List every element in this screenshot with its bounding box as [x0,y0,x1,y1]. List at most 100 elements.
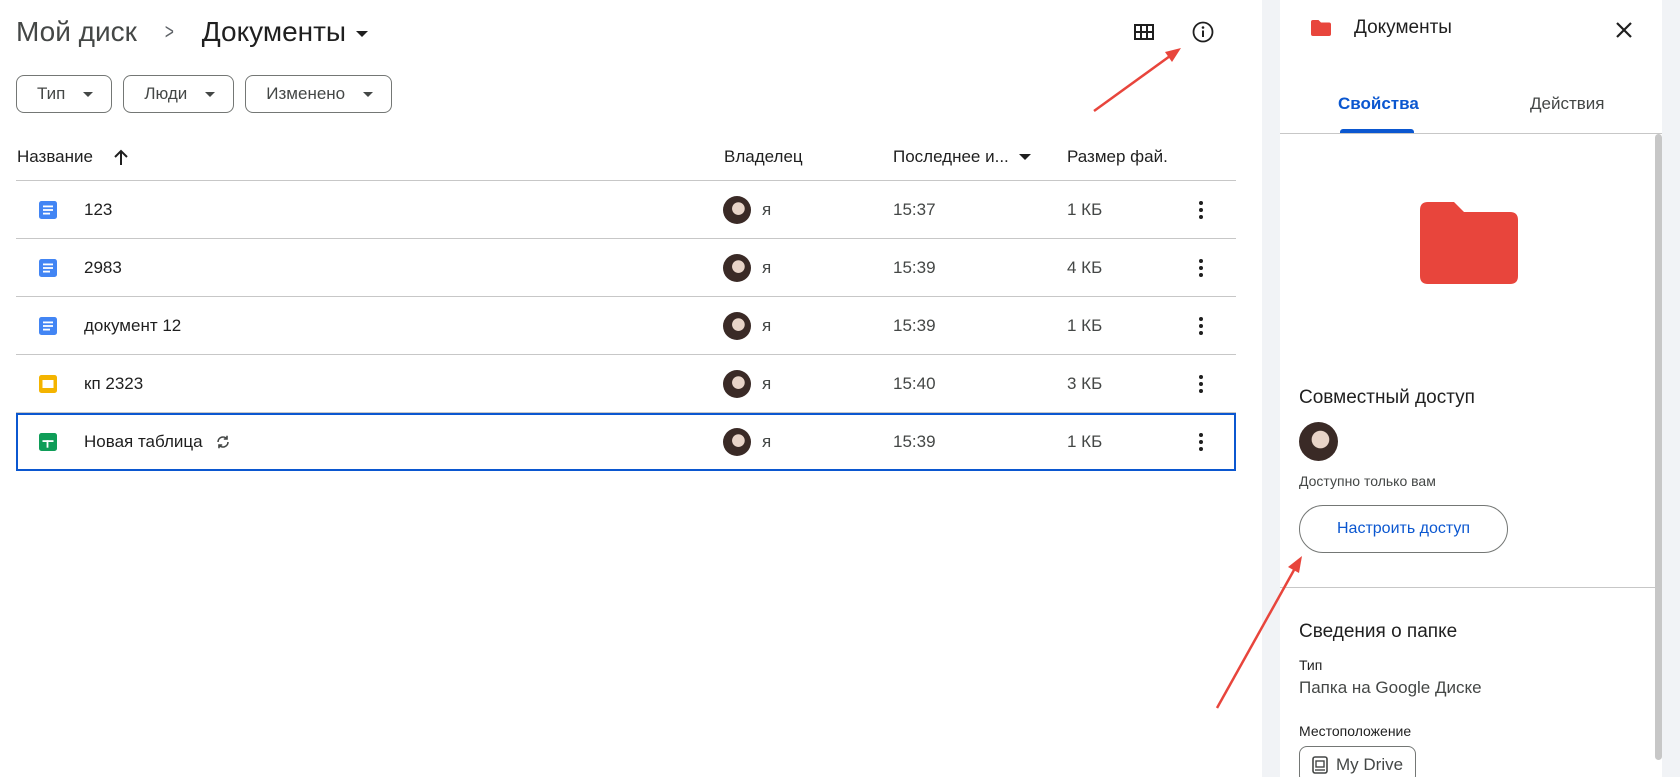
manage-access-button[interactable]: Настроить доступ [1299,505,1508,553]
folder-details-title: Сведения о папке [1299,621,1458,642]
file-name: 123 [84,199,113,219]
breadcrumb: Мой диск > Документы [16,10,369,54]
filter-modified-label: Изменено [266,84,346,103]
google-docs-icon [38,316,58,336]
more-vert-icon[interactable] [1189,430,1213,454]
file-size: 3 КБ [1067,373,1103,393]
file-name: 2983 [84,257,122,277]
column-header-modified[interactable]: Последнее и... [893,147,1031,167]
filter-type-chip[interactable]: Тип [16,75,113,113]
table-header: Название Владелец Последнее и... Размер … [16,138,1236,181]
file-table: Название Владелец Последнее и... Размер … [16,138,1236,471]
column-header-size[interactable]: Размер фай. [1067,147,1187,167]
panel-title: Документы [1354,17,1452,38]
breadcrumb-separator-icon: > [164,19,174,44]
chevron-down-icon [83,91,94,97]
avatar [723,369,751,398]
google-slides-icon [38,374,58,394]
sharing-section-title: Совместный доступ [1299,387,1475,408]
more-vert-icon[interactable] [1189,198,1213,222]
filter-people-label: Люди [144,84,188,103]
file-list-area: Мой диск > Документы Тип Люди Изменено Н… [0,0,1262,777]
panel-tabs: Свойства Действия [1280,80,1662,134]
google-sheets-icon [38,432,58,452]
file-name-cell: Новая таблица [84,432,231,452]
breadcrumb-root-link[interactable]: Мой диск [16,16,137,48]
type-label: Тип [1299,657,1323,673]
tab-properties[interactable]: Свойства [1338,94,1419,114]
column-modified-label: Последнее и... [893,147,1009,166]
drive-icon [1312,756,1328,774]
file-size: 1 КБ [1067,315,1103,335]
panel-header: Документы [1280,0,1662,60]
filter-bar: Тип Люди Изменено [16,75,393,113]
sort-up-icon[interactable] [113,148,129,166]
chevron-down-icon [356,30,369,37]
location-chip[interactable]: My Drive [1299,746,1417,777]
owner-cell: я [723,195,772,224]
column-header-owner[interactable]: Владелец [724,147,803,167]
table-row-selected[interactable]: Новая таблица я 15:39 1 КБ [16,413,1236,471]
type-value: Папка на Google Диске [1299,678,1482,697]
owner-name: я [762,315,772,335]
modified-time: 15:39 [893,257,936,277]
owner-cell: я [723,311,772,340]
active-tab-indicator [1340,129,1414,133]
column-header-name[interactable]: Название [17,147,129,167]
avatar [1299,422,1338,461]
owner-name: я [762,432,772,451]
details-panel: Документы Свойства Действия Совместный д… [1262,0,1680,777]
owner-cell: я [723,369,772,398]
grid-view-icon[interactable] [1126,14,1162,50]
file-name: Новая таблица [84,432,203,451]
breadcrumb-current-folder[interactable]: Документы [201,16,369,48]
current-folder-label: Документы [201,16,347,47]
filter-people-chip[interactable]: Люди [123,75,235,113]
avatar [723,253,751,282]
more-vert-icon[interactable] [1189,314,1213,338]
owner-cell: я [723,428,771,456]
table-row[interactable]: 123 я 15:37 1 КБ [16,181,1236,239]
location-label: Местоположение [1299,723,1412,739]
owner-name: я [762,257,772,277]
modified-time: 15:40 [893,373,936,393]
table-row[interactable]: кп 2323 я 15:40 3 КБ [16,355,1236,413]
details-panel-card: Документы Свойства Действия Совместный д… [1280,0,1662,777]
filter-type-label: Тип [37,84,66,103]
file-name: кп 2323 [84,373,144,393]
tab-actions[interactable]: Действия [1530,94,1604,114]
more-vert-icon[interactable] [1189,372,1213,396]
table-row[interactable]: документ 12 я 15:39 1 КБ [16,297,1236,355]
panel-scrollbar[interactable] [1655,134,1662,760]
table-row[interactable]: 2983 я 15:39 4 КБ [16,239,1236,297]
owner-name: я [762,373,772,393]
google-docs-icon [38,200,58,220]
info-icon[interactable] [1185,14,1221,50]
chevron-down-icon [205,91,216,97]
divider [1280,587,1662,588]
modified-time: 15:37 [893,199,936,219]
owner-cell: я [723,253,772,282]
close-icon[interactable] [1610,16,1638,44]
sharing-note: Доступно только вам [1299,473,1436,489]
folder-icon [1310,19,1332,42]
folder-preview-icon [1420,200,1520,291]
modified-time: 15:39 [893,432,936,451]
filter-modified-chip[interactable]: Изменено [245,75,393,113]
avatar [723,195,751,224]
column-owner-label: Владелец [724,147,803,166]
owner-name: я [762,199,772,219]
more-vert-icon[interactable] [1189,256,1213,280]
avatar [723,428,751,456]
file-size: 1 КБ [1067,432,1103,451]
modified-time: 15:39 [893,315,936,335]
sync-icon [215,434,231,450]
location-value: My Drive [1336,755,1404,774]
google-docs-icon [38,258,58,278]
column-size-label: Размер фай. [1067,147,1168,166]
avatar [723,311,751,340]
chevron-down-icon [1018,154,1031,160]
manage-access-label: Настроить доступ [1336,520,1471,537]
chevron-down-icon [363,91,374,97]
column-name-label: Название [17,147,93,166]
